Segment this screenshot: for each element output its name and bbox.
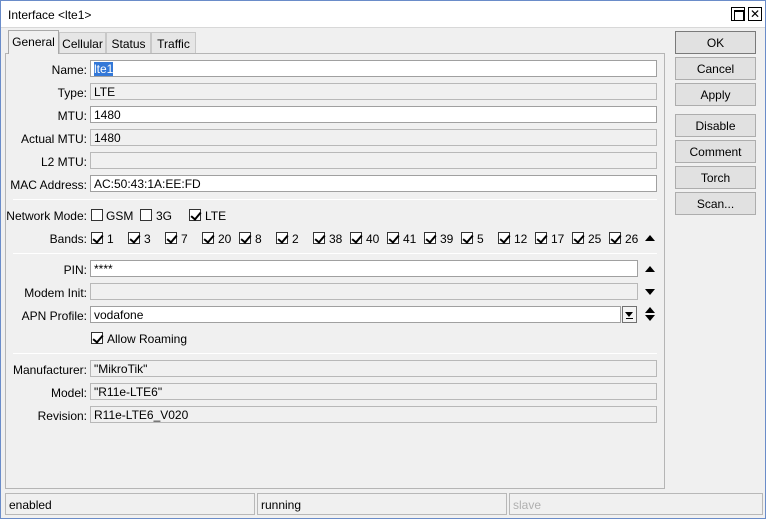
actual-mtu-label: Actual MTU: <box>20 132 87 146</box>
type-label: Type: <box>57 86 87 100</box>
apn-profile-label: APN Profile: <box>21 309 87 323</box>
gsm-checkbox[interactable] <box>91 209 103 221</box>
model-field: "R11e-LTE6" <box>90 383 657 400</box>
modem-init-label: Modem Init: <box>24 286 87 300</box>
band-39-checkbox[interactable] <box>424 232 436 244</box>
separator <box>13 253 657 254</box>
chevron-down-icon[interactable] <box>622 306 637 323</box>
band-40-checkbox[interactable] <box>350 232 362 244</box>
revision-label: Revision: <box>37 409 87 423</box>
band-20-label: 20 <box>218 232 232 246</box>
separator <box>13 353 657 354</box>
actual-mtu-field: 1480 <box>90 129 657 146</box>
band-39-label: 39 <box>440 232 454 246</box>
mtu-input[interactable]: 1480 <box>90 106 657 123</box>
band-2-label: 2 <box>292 232 299 246</box>
status-enabled: enabled <box>5 493 255 515</box>
band-5-checkbox[interactable] <box>461 232 473 244</box>
pin-input[interactable]: **** <box>90 260 638 277</box>
band-41-checkbox[interactable] <box>387 232 399 244</box>
modem-init-field <box>90 283 638 300</box>
band-38-label: 38 <box>329 232 343 246</box>
lte-label: LTE <box>205 209 227 223</box>
manufacturer-field: "MikroTik" <box>90 360 657 377</box>
gsm-label: GSM <box>106 209 134 223</box>
maximize-icon[interactable] <box>731 7 745 21</box>
allow-roaming-checkbox[interactable] <box>91 332 103 344</box>
band-2-checkbox[interactable] <box>276 232 288 244</box>
pin-label: PIN: <box>63 263 87 277</box>
close-icon[interactable]: ✕ <box>748 7 762 21</box>
window-title: Interface <lte1> <box>8 8 92 22</box>
separator <box>13 199 657 200</box>
tab-status[interactable]: Status <box>106 32 151 53</box>
model-label: Model: <box>50 386 87 400</box>
triangle-up-icon[interactable] <box>645 235 655 241</box>
band-3-checkbox[interactable] <box>128 232 140 244</box>
type-field: LTE <box>90 83 657 100</box>
band-17-checkbox[interactable] <box>535 232 547 244</box>
up-down-icon[interactable] <box>645 307 655 313</box>
band-12-label: 12 <box>514 232 528 246</box>
mtu-label: MTU: <box>57 109 87 123</box>
l2-mtu-label: L2 MTU: <box>40 155 87 169</box>
status-running: running <box>257 493 507 515</box>
tab-general[interactable]: General <box>8 30 59 54</box>
torch-button[interactable]: Torch <box>675 166 756 189</box>
name-input[interactable]: lte1 <box>90 60 657 77</box>
band-38-checkbox[interactable] <box>313 232 325 244</box>
band-12-checkbox[interactable] <box>498 232 510 244</box>
comment-button[interactable]: Comment <box>675 140 756 163</box>
triangle-down-icon[interactable] <box>645 289 655 295</box>
band-41-label: 41 <box>403 232 417 246</box>
band-1-label: 1 <box>107 232 114 246</box>
tab-cellular[interactable]: Cellular <box>59 32 106 53</box>
status-slave: slave <box>509 493 763 515</box>
band-7-checkbox[interactable] <box>165 232 177 244</box>
band-20-checkbox[interactable] <box>202 232 214 244</box>
title-bar[interactable]: Interface <lte1> ✕ <box>1 1 765 28</box>
3g-label: 3G <box>156 209 173 223</box>
band-3-label: 3 <box>144 232 151 246</box>
tab-traffic[interactable]: Traffic <box>151 32 196 53</box>
apn-profile-select[interactable]: vodafone <box>90 306 621 323</box>
mac-address-label: MAC Address: <box>10 178 87 192</box>
lte-checkbox[interactable] <box>189 209 201 221</box>
band-25-label: 25 <box>588 232 602 246</box>
disable-button[interactable]: Disable <box>675 114 756 137</box>
apply-button[interactable]: Apply <box>675 83 756 106</box>
manufacturer-label: Manufacturer: <box>12 363 87 377</box>
band-7-label: 7 <box>181 232 188 246</box>
band-8-checkbox[interactable] <box>239 232 251 244</box>
status-bar: enabled running slave <box>5 493 763 515</box>
l2-mtu-field <box>90 152 657 169</box>
band-5-label: 5 <box>477 232 484 246</box>
name-label: Name: <box>51 63 87 77</box>
band-17-label: 17 <box>551 232 565 246</box>
up-down-icon[interactable] <box>645 315 655 321</box>
mac-address-input[interactable]: AC:50:43:1A:EE:FD <box>90 175 657 192</box>
ok-button[interactable]: OK <box>675 31 756 54</box>
band-1-checkbox[interactable] <box>91 232 103 244</box>
interface-window: Interface <lte1> ✕ General Cellular Stat… <box>0 0 766 519</box>
allow-roaming-label: Allow Roaming <box>107 332 188 346</box>
scan-button[interactable]: Scan... <box>675 192 756 215</box>
band-25-checkbox[interactable] <box>572 232 584 244</box>
triangle-up-icon[interactable] <box>645 266 655 272</box>
bands-label: Bands: <box>49 232 87 246</box>
band-40-label: 40 <box>366 232 380 246</box>
cancel-button[interactable]: Cancel <box>675 57 756 80</box>
3g-checkbox[interactable] <box>140 209 152 221</box>
name-value: lte1 <box>94 62 114 76</box>
revision-field: R11e-LTE6_V020 <box>90 406 657 423</box>
band-8-label: 8 <box>255 232 262 246</box>
band-26-label: 26 <box>625 232 639 246</box>
band-26-checkbox[interactable] <box>609 232 621 244</box>
network-mode-label: Network Mode: <box>6 209 87 223</box>
